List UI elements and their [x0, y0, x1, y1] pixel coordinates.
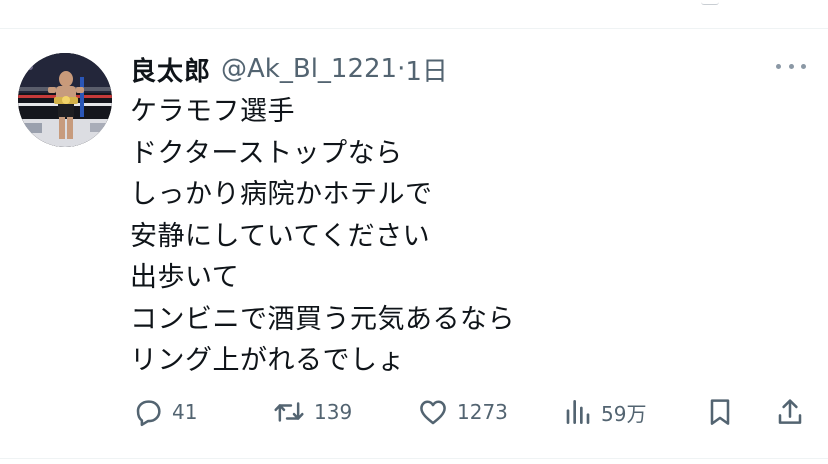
tweet-text-line: しっかり病院かホテルで [130, 179, 433, 210]
avatar-photo [18, 53, 112, 147]
header-separator: · [397, 54, 406, 84]
author-handle[interactable]: @Ak_Bl_1221 [221, 54, 397, 84]
like-button[interactable]: 1273 [417, 395, 508, 429]
tweet-text-line: 安静にしていてください [130, 220, 431, 252]
bottom-divider [0, 458, 828, 459]
tweet-text-line: ドクターストップなら [130, 137, 403, 169]
tweet[interactable]: 良太郎 @Ak_Bl_1221 · 1日 ケラモフ選手 ドクターストップなら し… [0, 29, 828, 457]
share-icon [778, 399, 802, 424]
more-dots-icon [776, 63, 781, 69]
reply-button[interactable]: 41 [132, 395, 197, 429]
tweet-text-line: コンビニで酒買う元気あるなら [130, 303, 515, 335]
views-button[interactable]: 59万 [563, 395, 646, 429]
author-display-name[interactable]: 良太郎 [130, 51, 211, 88]
more-options-button[interactable] [776, 59, 806, 73]
avatar[interactable] [18, 53, 112, 147]
heart-icon [420, 400, 446, 425]
like-count: 1273 [457, 400, 508, 424]
tweet-text-line: ケラモフ選手 [130, 96, 295, 127]
reply-icon [136, 400, 161, 427]
tweet-header: 良太郎 @Ak_Bl_1221 · 1日 [130, 49, 448, 89]
retweet-icon [274, 402, 304, 422]
retweet-count: 139 [314, 400, 353, 424]
bookmark-icon [710, 399, 730, 425]
retweet-button[interactable]: 139 [272, 395, 352, 429]
tweet-text: ケラモフ選手 ドクターストップなら しっかり病院かホテルで 安静にしていてくださ… [130, 91, 515, 382]
reply-count: 41 [172, 400, 198, 424]
tweet-text-line: 出歩いて [130, 262, 240, 293]
share-button[interactable] [775, 395, 805, 429]
views-bar-icon [566, 400, 590, 424]
tweet-action-bar: 41 139 1273 59万 [0, 395, 828, 429]
bookmark-button[interactable] [706, 395, 734, 429]
tweet-text-line: リング上がれるでしょ [130, 345, 405, 376]
previous-tweet-action-icon [701, 0, 719, 5]
views-count: 59万 [601, 401, 647, 426]
more-dots-icon [788, 63, 794, 69]
tweet-timestamp[interactable]: 1日 [405, 51, 448, 88]
more-dots-icon [801, 63, 806, 69]
